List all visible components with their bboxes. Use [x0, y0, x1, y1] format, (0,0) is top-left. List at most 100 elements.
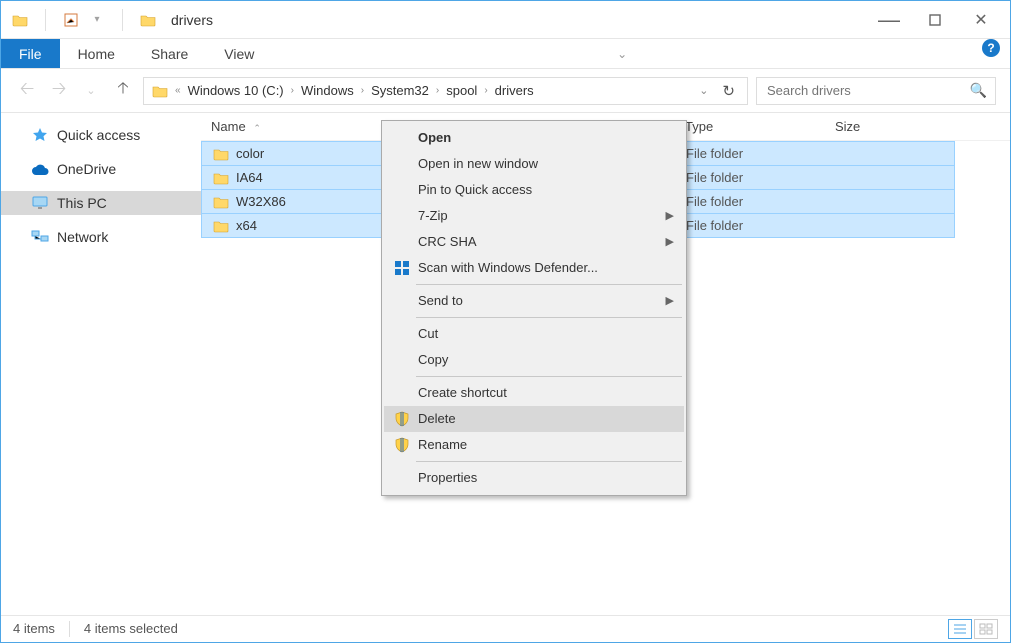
search-input[interactable] [765, 82, 970, 99]
menu-copy[interactable]: Copy [384, 347, 684, 373]
file-size [826, 214, 954, 237]
menu-rename[interactable]: Rename [384, 432, 684, 458]
context-menu: Open Open in new window Pin to Quick acc… [381, 120, 687, 496]
nav-network[interactable]: Network [1, 225, 201, 249]
defender-icon [390, 259, 414, 277]
menu-delete[interactable]: Delete [384, 406, 684, 432]
menu-bar: File Home Share View ⌄ ? [1, 39, 1010, 69]
nav-this-pc[interactable]: This PC [1, 191, 201, 215]
menu-separator [416, 376, 682, 377]
status-bar: 4 items 4 items selected [1, 615, 1010, 641]
crumb-drivers[interactable]: drivers [491, 83, 538, 98]
file-name: IA64 [236, 170, 263, 185]
help-icon[interactable]: ? [982, 39, 1000, 57]
menu-separator [416, 461, 682, 462]
maximize-button[interactable] [912, 5, 958, 35]
menu-cut[interactable]: Cut [384, 321, 684, 347]
status-item-count: 4 items [13, 621, 55, 636]
file-size [826, 142, 954, 165]
menu-7zip[interactable]: 7-Zip ▶ [384, 203, 684, 229]
share-tab[interactable]: Share [133, 39, 206, 68]
file-size [826, 190, 954, 213]
col-name-label: Name [211, 119, 246, 134]
nav-quick-access[interactable]: Quick access [1, 123, 201, 147]
view-mode-buttons [948, 619, 998, 639]
star-icon [31, 126, 49, 144]
nav-label: Network [57, 229, 108, 245]
menu-crc-sha[interactable]: CRC SHA ▶ [384, 229, 684, 255]
cloud-icon [31, 160, 49, 178]
address-dropdown-icon[interactable]: ⌄ [693, 84, 714, 97]
location-folder-icon [139, 11, 157, 29]
folder-icon [212, 147, 230, 161]
forward-button: 🡢 [47, 76, 71, 106]
file-type: File folder [676, 166, 826, 189]
details-view-button[interactable] [948, 619, 972, 639]
file-name: x64 [236, 218, 257, 233]
up-button[interactable]: 🡡 [113, 77, 133, 104]
crumb-sep-3[interactable]: › [433, 85, 442, 96]
folder-icon [212, 171, 230, 185]
menu-open-new-window[interactable]: Open in new window [384, 151, 684, 177]
submenu-arrow-icon: ▶ [666, 233, 676, 251]
menu-send-to[interactable]: Send to ▶ [384, 288, 684, 314]
col-type[interactable]: Type [675, 113, 825, 140]
address-bar-strip: 🡠 🡢 ⌄ 🡡 « Windows 10 (C:) › Windows › Sy… [1, 69, 1010, 113]
history-chevron-icon[interactable]: ⌄ [79, 84, 103, 97]
menu-open[interactable]: Open [384, 125, 684, 151]
nav-label: Quick access [57, 127, 140, 143]
quick-access-toolbar: ▾ drivers [11, 9, 213, 31]
menu-separator [416, 317, 682, 318]
content-pane: Name ⌃ Date modified Type Size color 9/2… [201, 113, 1010, 615]
search-icon[interactable]: 🔍 [970, 82, 987, 99]
properties-icon[interactable] [62, 11, 80, 29]
crumb-overflow-chevron[interactable]: « [172, 85, 184, 96]
window-buttons: — ✕ [866, 5, 1004, 35]
nav-label: OneDrive [57, 161, 116, 177]
address-bar[interactable]: « Windows 10 (C:) › Windows › System32 ›… [143, 77, 748, 105]
view-tab[interactable]: View [206, 39, 272, 68]
submenu-arrow-icon: ▶ [666, 207, 676, 225]
large-icons-view-button[interactable] [974, 619, 998, 639]
crumb-windows[interactable]: Windows [297, 83, 358, 98]
crumb-system32[interactable]: System32 [367, 83, 433, 98]
file-type: File folder [676, 214, 826, 237]
status-divider [69, 621, 70, 637]
menu-properties[interactable]: Properties [384, 465, 684, 491]
close-button[interactable]: ✕ [958, 5, 1004, 35]
refresh-button[interactable]: ↻ [714, 82, 743, 100]
uac-shield-icon [390, 410, 414, 428]
minimize-button[interactable]: — [866, 5, 912, 35]
file-tab[interactable]: File [1, 39, 60, 68]
nav-onedrive[interactable]: OneDrive [1, 157, 201, 181]
file-name: W32X86 [236, 194, 286, 209]
body: Quick access OneDrive This PC Network [1, 113, 1010, 615]
menu-scan-defender[interactable]: Scan with Windows Defender... [384, 255, 684, 281]
title-bar: ▾ drivers — ✕ [1, 1, 1010, 39]
menu-create-shortcut[interactable]: Create shortcut [384, 380, 684, 406]
nav-label: This PC [57, 195, 107, 211]
file-type: File folder [676, 190, 826, 213]
navigation-pane: Quick access OneDrive This PC Network [1, 113, 201, 615]
crumb-sep-1[interactable]: › [288, 85, 297, 96]
crumb-spool[interactable]: spool [442, 83, 481, 98]
folder-icon [212, 219, 230, 233]
status-selected-count: 4 items selected [84, 621, 178, 636]
crumb-c[interactable]: Windows 10 (C:) [184, 83, 288, 98]
search-box[interactable]: 🔍 [756, 77, 996, 105]
folder-icon [212, 195, 230, 209]
file-name: color [236, 146, 264, 161]
submenu-arrow-icon: ▶ [666, 292, 676, 310]
qat-chevron-icon[interactable]: ▾ [88, 11, 106, 29]
menu-pin-quick-access[interactable]: Pin to Quick access [384, 177, 684, 203]
crumb-sep-2[interactable]: › [358, 85, 367, 96]
col-size[interactable]: Size [825, 113, 955, 140]
crumb-sep-4[interactable]: › [481, 85, 490, 96]
network-icon [31, 228, 49, 246]
monitor-icon [31, 194, 49, 212]
uac-shield-icon [390, 436, 414, 454]
crumb-overflow-icon[interactable] [148, 84, 172, 98]
back-button[interactable]: 🡠 [15, 76, 39, 106]
home-tab[interactable]: Home [60, 39, 133, 68]
expand-ribbon-chevron-icon[interactable]: ⌄ [617, 39, 627, 68]
